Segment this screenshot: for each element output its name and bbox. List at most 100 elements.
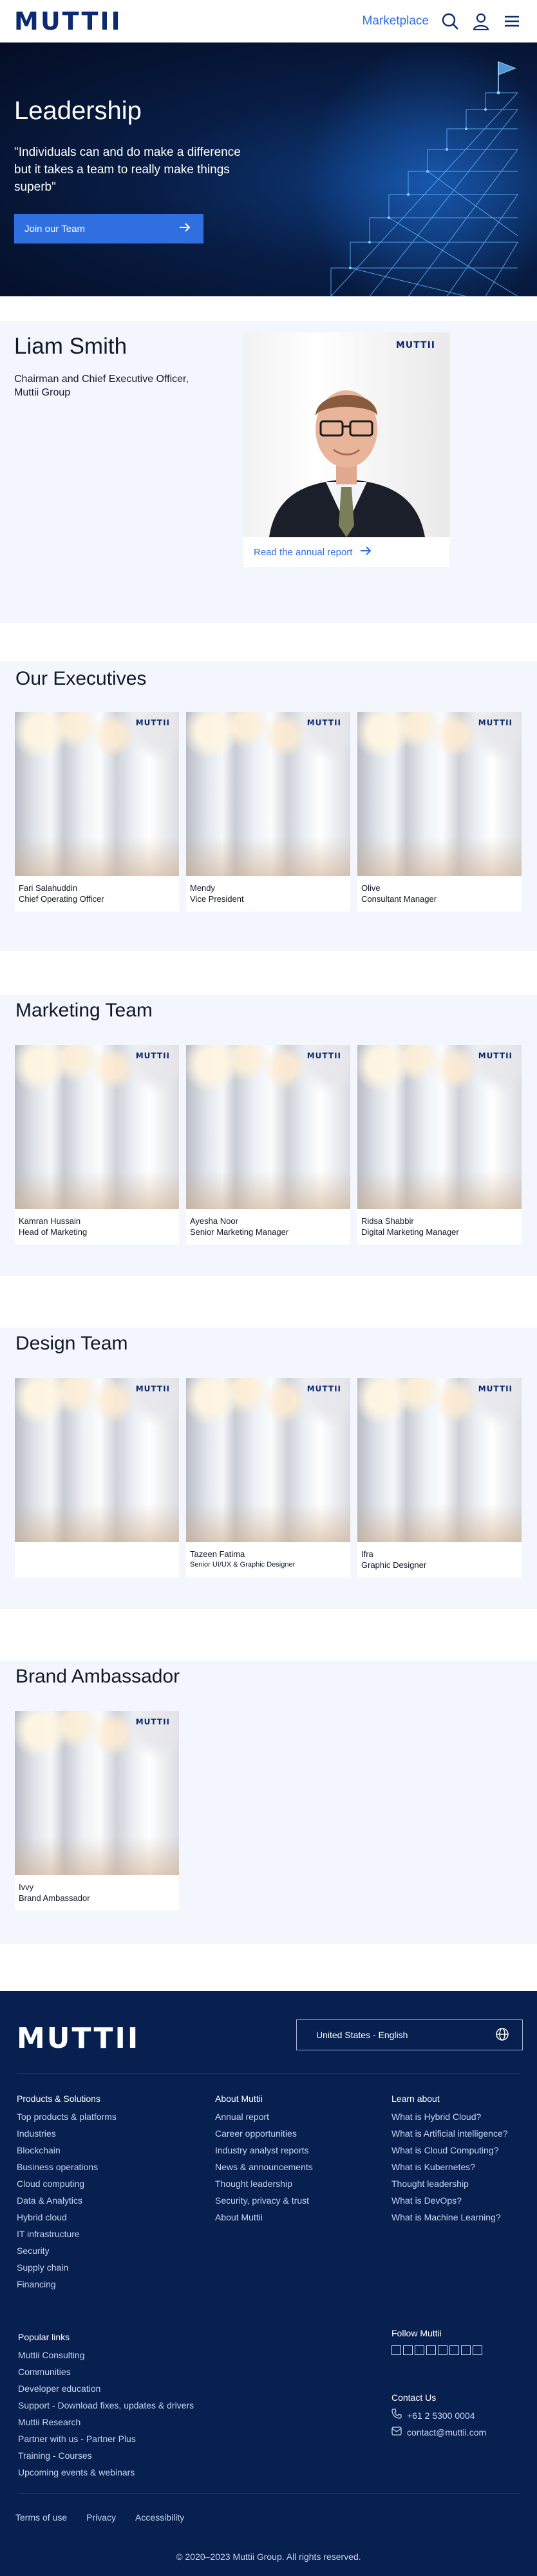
- footer-link[interactable]: What is Hybrid Cloud?: [391, 2108, 533, 2125]
- design-grid: MUTTII MUTTII Tazeen Fatima Senior UI/UX…: [15, 1378, 522, 1578]
- privacy-link[interactable]: Privacy: [86, 2512, 116, 2523]
- footer-link[interactable]: Upcoming events & webinars: [18, 2464, 250, 2481]
- hero-quote: "Individuals can and do make a differenc…: [14, 146, 241, 194]
- marketplace-link[interactable]: Marketplace: [363, 14, 429, 28]
- member-photo: MUTTII: [15, 1711, 179, 1875]
- leader-card: MUTTII Read the annual report: [243, 332, 449, 567]
- contact-phone[interactable]: +61 2 5300 0004: [391, 2407, 527, 2424]
- annual-report-link[interactable]: Read the annual report: [243, 537, 449, 567]
- footer-link[interactable]: Security: [17, 2242, 210, 2259]
- section-title: Brand Ambassador: [15, 1666, 180, 1687]
- legal-links: Terms of use Privacy Accessibility: [15, 2512, 184, 2523]
- footer-link[interactable]: What is Artificial intelligence?: [391, 2125, 533, 2142]
- podcast-icon[interactable]: [449, 2345, 459, 2355]
- footer-link[interactable]: What is Cloud Computing?: [391, 2142, 533, 2159]
- footer-link[interactable]: Cloud computing: [17, 2175, 210, 2192]
- footer-link[interactable]: Business operations: [17, 2159, 210, 2175]
- footer-link[interactable]: What is Machine Learning?: [391, 2209, 533, 2226]
- member-photo: MUTTII: [186, 712, 350, 876]
- member-caption: Ifra Graphic Designer: [357, 1542, 522, 1578]
- footer-link[interactable]: Developer education: [18, 2380, 250, 2397]
- member-caption: Ayesha Noor Senior Marketing Manager: [186, 1209, 350, 1245]
- youtube-icon[interactable]: [438, 2345, 448, 2355]
- photo-watermark-logo: MUTTII: [135, 1051, 170, 1060]
- arrow-right-icon: [360, 546, 372, 558]
- footer-link[interactable]: Annual report: [215, 2108, 382, 2125]
- footer-link[interactable]: Partner with us - Partner Plus: [18, 2430, 250, 2447]
- language-selector[interactable]: United States - English: [296, 2019, 523, 2050]
- footer-link[interactable]: What is DevOps?: [391, 2192, 533, 2209]
- menu-icon[interactable]: [502, 12, 522, 31]
- member-card[interactable]: MUTTII Tazeen Fatima Senior UI/UX & Grap…: [186, 1378, 350, 1578]
- search-icon[interactable]: [440, 12, 460, 31]
- rss-icon[interactable]: [461, 2345, 471, 2355]
- hero-copy: Leadership "Individuals can and do make …: [14, 97, 259, 243]
- footer-link[interactable]: News & announcements: [215, 2159, 382, 2175]
- footer-link[interactable]: Data & Analytics: [17, 2192, 210, 2209]
- member-photo: MUTTII: [357, 712, 522, 876]
- member-card[interactable]: MUTTII Ayesha Noor Senior Marketing Mana…: [186, 1045, 350, 1245]
- footer-link[interactable]: Industry analyst reports: [215, 2142, 382, 2159]
- footer-popular-column: Popular links Muttii Consulting Communit…: [18, 2329, 250, 2481]
- member-card[interactable]: MUTTII Olive Consultant Manager: [357, 712, 522, 911]
- member-title: Consultant Manager: [361, 894, 437, 904]
- linkedin-icon[interactable]: [391, 2345, 401, 2355]
- footer-link[interactable]: Thought leadership: [215, 2175, 382, 2192]
- member-caption: Ridsa Shabbir Digital Marketing Manager: [357, 1209, 522, 1245]
- footer-logo[interactable]: MUTTII: [17, 2022, 140, 2055]
- leader-photo: MUTTII: [243, 332, 449, 537]
- accessibility-link[interactable]: Accessibility: [135, 2512, 184, 2523]
- footer-link[interactable]: Muttii Research: [18, 2414, 250, 2430]
- member-card[interactable]: MUTTII: [15, 1378, 179, 1578]
- member-card[interactable]: MUTTII Mendy Vice President: [186, 712, 350, 911]
- footer-link[interactable]: Support - Download fixes, updates & driv…: [18, 2397, 250, 2414]
- executives-grid: MUTTII Fari Salahuddin Chief Operating O…: [15, 712, 522, 911]
- member-name: Fari Salahuddin: [19, 883, 78, 893]
- user-icon[interactable]: [471, 12, 491, 31]
- language-label: United States - English: [316, 2030, 408, 2040]
- footer-link[interactable]: Career opportunities: [215, 2125, 382, 2142]
- terms-link[interactable]: Terms of use: [15, 2512, 67, 2523]
- footer-column-heading: Products & Solutions: [17, 2094, 100, 2104]
- design-section: Design Team MUTTII MUTTII Tazeen Fatima …: [0, 1328, 537, 1609]
- site-footer: MUTTII United States - English Products …: [0, 1991, 537, 2576]
- join-team-button[interactable]: Join our Team: [14, 214, 203, 243]
- marketing-grid: MUTTII Kamran Hussain Head of Marketing …: [15, 1045, 522, 1245]
- footer-link[interactable]: What is Kubernetes?: [391, 2159, 533, 2175]
- member-card[interactable]: MUTTII Kamran Hussain Head of Marketing: [15, 1045, 179, 1245]
- site-logo[interactable]: MUTTII: [14, 7, 122, 35]
- footer-link[interactable]: Communities: [18, 2363, 250, 2380]
- footer-link[interactable]: Top products & platforms: [17, 2108, 210, 2125]
- facebook-icon[interactable]: [403, 2345, 413, 2355]
- other-icon[interactable]: [473, 2345, 482, 2355]
- footer-link[interactable]: Security, privacy & trust: [215, 2192, 382, 2209]
- member-caption: [15, 1542, 179, 1578]
- footer-link[interactable]: About Muttii: [215, 2209, 382, 2226]
- instagram-icon[interactable]: [415, 2345, 424, 2355]
- footer-link[interactable]: Hybrid cloud: [17, 2209, 210, 2226]
- social-icons: [391, 2345, 520, 2355]
- portrait-illustration: [269, 390, 425, 537]
- twitter-icon[interactable]: [426, 2345, 436, 2355]
- hero-banner: Leadership "Individuals can and do make …: [0, 43, 537, 296]
- member-card[interactable]: MUTTII Ridsa Shabbir Digital Marketing M…: [357, 1045, 522, 1245]
- footer-link[interactable]: Blockchain: [17, 2142, 210, 2159]
- member-card[interactable]: MUTTII Fari Salahuddin Chief Operating O…: [15, 712, 179, 911]
- member-title: Vice President: [190, 894, 244, 904]
- marketing-section: Marketing Team MUTTII Kamran Hussain Hea…: [0, 995, 537, 1276]
- footer-follow-column: Follow Muttii: [391, 2325, 520, 2355]
- footer-link[interactable]: Supply chain: [17, 2259, 210, 2276]
- footer-link[interactable]: Training - Courses: [18, 2447, 250, 2464]
- footer-link[interactable]: Industries: [17, 2125, 210, 2142]
- footer-link[interactable]: Thought leadership: [391, 2175, 533, 2192]
- footer-link[interactable]: IT infrastructure: [17, 2226, 210, 2242]
- member-title: Head of Marketing: [19, 1227, 88, 1237]
- member-card[interactable]: MUTTII Ivvy Brand Ambassador: [15, 1711, 179, 1911]
- contact-email[interactable]: contact@muttii.com: [391, 2424, 527, 2441]
- member-name: Tazeen Fatima: [190, 1549, 245, 1559]
- footer-link[interactable]: Muttii Consulting: [18, 2347, 250, 2363]
- footer-link[interactable]: Financing: [17, 2276, 210, 2293]
- join-team-label: Join our Team: [24, 223, 85, 234]
- member-card[interactable]: MUTTII Ifra Graphic Designer: [357, 1378, 522, 1578]
- section-title: Marketing Team: [15, 1000, 153, 1021]
